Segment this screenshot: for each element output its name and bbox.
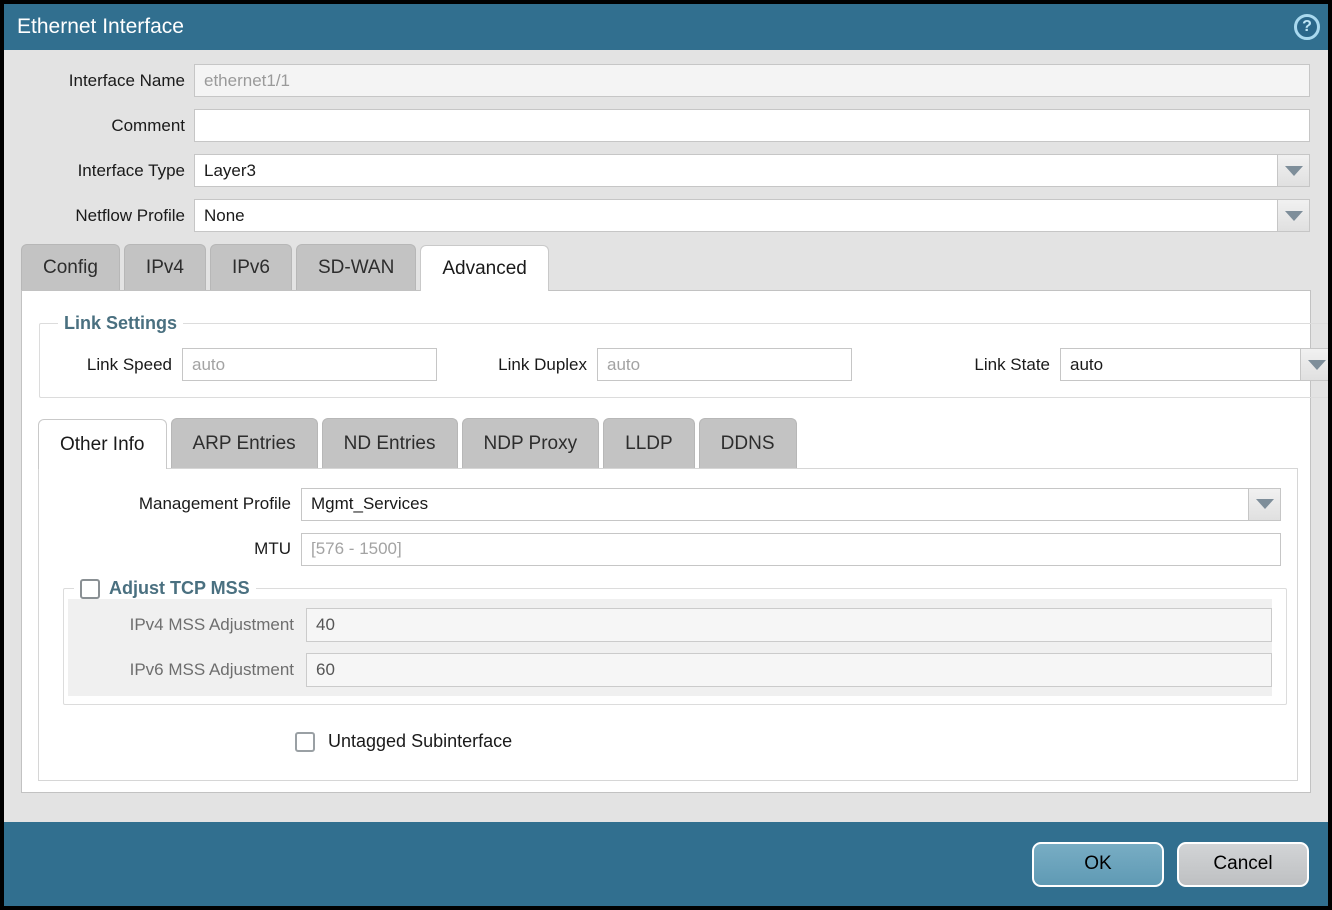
adjust-tcp-mss-legend: Adjust TCP MSS bbox=[74, 578, 256, 599]
ipv4-mss-label: IPv4 MSS Adjustment bbox=[68, 615, 306, 635]
netflow-profile-value[interactable] bbox=[194, 199, 1277, 232]
comment-label: Comment bbox=[4, 116, 194, 136]
link-state-select[interactable] bbox=[1060, 348, 1316, 381]
tab-config[interactable]: Config bbox=[21, 244, 120, 290]
tab-ipv4[interactable]: IPv4 bbox=[124, 244, 206, 290]
untagged-subinterface-checkbox[interactable] bbox=[295, 732, 315, 752]
adjust-tcp-mss-fieldset: Adjust TCP MSS IPv4 MSS Adjustment IPv6 … bbox=[63, 578, 1287, 705]
tab-lldp[interactable]: LLDP bbox=[603, 418, 695, 468]
dialog-titlebar: Ethernet Interface ? bbox=[4, 4, 1328, 50]
main-tabs: Config IPv4 IPv6 SD-WAN Advanced bbox=[21, 244, 1328, 290]
interface-type-select[interactable] bbox=[194, 154, 1310, 187]
interface-type-label: Interface Type bbox=[4, 161, 194, 181]
link-settings-legend: Link Settings bbox=[58, 313, 183, 334]
link-speed-input[interactable] bbox=[182, 348, 437, 381]
chevron-down-icon bbox=[1308, 360, 1326, 370]
link-state-dropdown-button[interactable] bbox=[1300, 348, 1332, 381]
link-state-label: Link State bbox=[908, 355, 1060, 375]
netflow-profile-row: Netflow Profile bbox=[4, 199, 1310, 232]
netflow-profile-select[interactable] bbox=[194, 199, 1310, 232]
tab-other-info[interactable]: Other Info bbox=[38, 419, 167, 469]
dialog-footer: OK Cancel bbox=[4, 822, 1328, 906]
tab-ipv6[interactable]: IPv6 bbox=[210, 244, 292, 290]
ipv4-mss-row: IPv4 MSS Adjustment bbox=[68, 608, 1272, 642]
link-speed-label: Link Speed bbox=[52, 355, 182, 375]
link-duplex-input[interactable] bbox=[597, 348, 852, 381]
tab-sdwan[interactable]: SD-WAN bbox=[296, 244, 416, 290]
interface-name-row: Interface Name bbox=[4, 64, 1310, 97]
info-tabs: Other Info ARP Entries ND Entries NDP Pr… bbox=[38, 418, 1310, 468]
interface-type-dropdown-button[interactable] bbox=[1277, 154, 1310, 187]
link-state-value[interactable] bbox=[1060, 348, 1300, 381]
management-profile-row: Management Profile bbox=[39, 487, 1281, 521]
ethernet-interface-dialog: Ethernet Interface ? Interface Name Comm… bbox=[0, 0, 1332, 910]
ok-button[interactable]: OK bbox=[1032, 842, 1164, 887]
adjust-tcp-mss-checkbox[interactable] bbox=[80, 579, 100, 599]
comment-input[interactable] bbox=[194, 109, 1310, 142]
ipv4-mss-input bbox=[306, 608, 1272, 642]
tab-nd-entries[interactable]: ND Entries bbox=[322, 418, 458, 468]
interface-name-label: Interface Name bbox=[4, 71, 194, 91]
link-settings-row: Link Speed Link Duplex Link State bbox=[52, 348, 1316, 381]
other-info-panel: Management Profile MTU bbox=[38, 468, 1298, 781]
chevron-down-icon bbox=[1285, 211, 1303, 221]
management-profile-value[interactable] bbox=[301, 488, 1248, 521]
dialog-body: Interface Name Comment Interface Type Ne… bbox=[4, 50, 1328, 822]
cancel-button[interactable]: Cancel bbox=[1177, 842, 1309, 887]
tab-ddns[interactable]: DDNS bbox=[699, 418, 797, 468]
link-settings-fieldset: Link Settings Link Speed Link Duplex Lin… bbox=[39, 313, 1329, 398]
management-profile-label: Management Profile bbox=[39, 494, 301, 514]
ipv6-mss-row: IPv6 MSS Adjustment bbox=[68, 653, 1272, 687]
interface-name-input bbox=[194, 64, 1310, 97]
help-icon[interactable]: ? bbox=[1294, 14, 1320, 40]
tab-ndp-proxy[interactable]: NDP Proxy bbox=[462, 418, 600, 468]
comment-row: Comment bbox=[4, 109, 1310, 142]
ipv6-mss-input bbox=[306, 653, 1272, 687]
chevron-down-icon bbox=[1285, 166, 1303, 176]
netflow-profile-label: Netflow Profile bbox=[4, 206, 194, 226]
advanced-tab-panel: Link Settings Link Speed Link Duplex Lin… bbox=[21, 290, 1311, 793]
link-duplex-label: Link Duplex bbox=[437, 355, 597, 375]
mtu-label: MTU bbox=[39, 539, 301, 559]
mtu-row: MTU bbox=[39, 532, 1281, 566]
management-profile-dropdown-button[interactable] bbox=[1248, 488, 1281, 521]
mss-disabled-block: IPv4 MSS Adjustment IPv6 MSS Adjustment bbox=[68, 599, 1272, 696]
tab-advanced[interactable]: Advanced bbox=[420, 245, 549, 291]
untagged-subinterface-label: Untagged Subinterface bbox=[328, 731, 512, 752]
tab-arp-entries[interactable]: ARP Entries bbox=[171, 418, 318, 468]
ipv6-mss-label: IPv6 MSS Adjustment bbox=[68, 660, 306, 680]
dialog-title: Ethernet Interface bbox=[17, 15, 184, 39]
interface-type-value[interactable] bbox=[194, 154, 1277, 187]
netflow-profile-dropdown-button[interactable] bbox=[1277, 199, 1310, 232]
management-profile-select[interactable] bbox=[301, 488, 1281, 521]
interface-type-row: Interface Type bbox=[4, 154, 1310, 187]
chevron-down-icon bbox=[1256, 499, 1274, 509]
untagged-subinterface-row: Untagged Subinterface bbox=[295, 731, 1297, 752]
adjust-tcp-mss-label: Adjust TCP MSS bbox=[109, 578, 250, 599]
top-form: Interface Name Comment Interface Type Ne… bbox=[4, 50, 1328, 232]
mtu-input[interactable] bbox=[301, 533, 1281, 566]
